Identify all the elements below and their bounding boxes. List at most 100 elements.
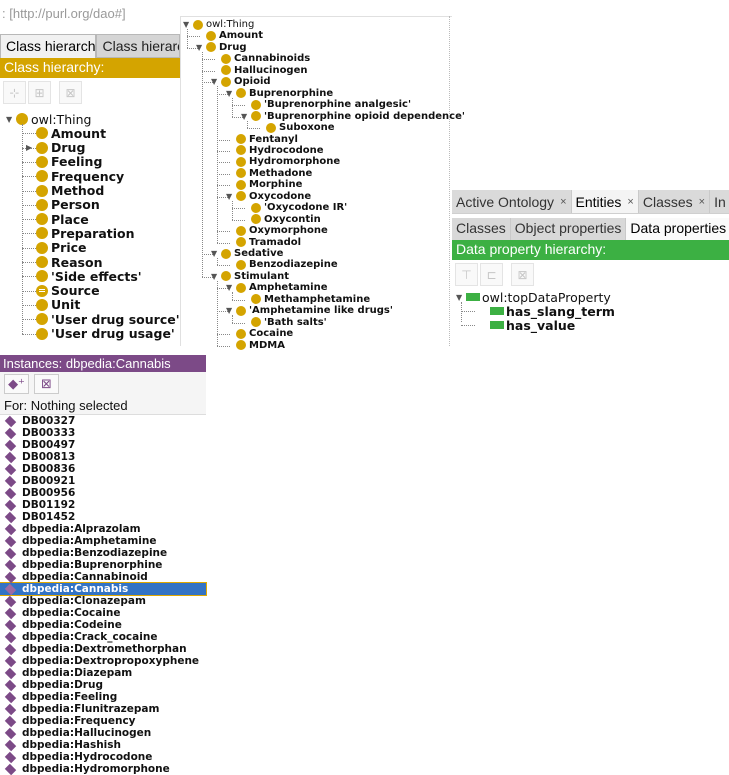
tree-node[interactable]: ▼ Opioid <box>211 76 271 87</box>
list-item[interactable]: dbpedia:Hashish <box>0 739 206 751</box>
tree-node[interactable]: Methadone <box>236 168 312 179</box>
tree-node[interactable]: 'User drug source' <box>36 312 180 327</box>
tab-in[interactable]: In <box>710 190 729 213</box>
tree-node[interactable]: ▼ Amphetamine <box>226 282 328 293</box>
list-item[interactable]: dbpedia:Crack_cocaine <box>0 631 206 643</box>
tree-node[interactable]: Amount <box>36 126 106 141</box>
tree-node[interactable]: ▼ 'Buprenorphine opioid dependence' <box>241 111 465 122</box>
list-item[interactable]: dbpedia:Cannabinoid <box>0 571 206 583</box>
tree-node[interactable]: ▼ Oxycodone <box>226 191 311 202</box>
expand-toggle-icon[interactable]: ▼ <box>211 249 219 258</box>
tab-class-hierarchy[interactable]: Class hierarchy <box>0 34 97 58</box>
list-item[interactable]: dbpedia:Frequency <box>0 715 206 727</box>
list-item[interactable]: dbpedia:Diazepam <box>0 667 206 679</box>
add-subclass-button[interactable]: ⊹ <box>3 81 26 104</box>
expand-toggle-icon[interactable]: ▼ <box>183 20 191 29</box>
list-item[interactable]: dbpedia:Hydrocodone <box>0 751 206 763</box>
subtab-object-properties[interactable]: Object properties <box>510 218 627 240</box>
tab-class-hierarchy-inferred[interactable]: Class hierarc <box>96 34 180 58</box>
tree-node[interactable]: Price <box>36 240 87 255</box>
tree-node[interactable]: 'Bath salts' <box>251 317 327 328</box>
delete-individual-button[interactable]: ⊠ <box>34 374 59 394</box>
tree-node[interactable]: Method <box>36 183 104 198</box>
tree-node[interactable]: 'Side effects' <box>36 269 142 284</box>
tree-node[interactable]: Oxycontin <box>251 214 321 225</box>
expand-toggle-icon[interactable]: ▼ <box>211 77 219 86</box>
list-item[interactable]: DB00836 <box>0 463 206 475</box>
tree-node-root[interactable]: ▼ owl:topDataProperty <box>456 290 611 305</box>
delete-property-button[interactable]: ⊠ <box>511 263 534 286</box>
add-sibling-class-button[interactable]: ⊞ <box>28 81 51 104</box>
tree-node[interactable]: Amount <box>206 30 263 41</box>
list-item[interactable]: dbpedia:Alprazolam <box>0 523 206 535</box>
subtab-classes[interactable]: Classes <box>452 218 511 240</box>
tree-node[interactable]: 'Oxycodone IR' <box>251 202 347 213</box>
tree-node[interactable]: ▶ Drug <box>26 140 85 155</box>
list-item[interactable]: DB00813 <box>0 451 206 463</box>
list-item[interactable]: dbpedia:Amphetamine <box>0 535 206 547</box>
tree-node[interactable]: Place <box>36 212 89 227</box>
list-item[interactable]: DB00327 <box>0 415 206 427</box>
tree-node[interactable]: Cocaine <box>236 328 293 339</box>
list-item[interactable]: dbpedia:Flunitrazepam <box>0 703 206 715</box>
list-item[interactable]: dbpedia:Buprenorphine <box>0 559 206 571</box>
list-item[interactable]: dbpedia:Hallucinogen <box>0 727 206 739</box>
expand-toggle-icon[interactable]: ▼ <box>196 43 204 52</box>
tab-classes[interactable]: Classes × <box>638 190 711 213</box>
tab-active-ontology[interactable]: Active Ontology × <box>452 190 572 213</box>
list-item[interactable]: dbpedia:Clonazepam <box>0 595 206 607</box>
list-item[interactable]: dbpedia:Cannabis <box>0 582 207 596</box>
subtab-data-properties[interactable]: Data properties <box>626 218 729 240</box>
close-tab-icon[interactable]: × <box>560 196 566 208</box>
list-item[interactable]: dbpedia:Benzodiazepine <box>0 547 206 559</box>
list-item[interactable]: DB00333 <box>0 427 206 439</box>
tree-node[interactable]: ▼ 'Amphetamine like drugs' <box>226 305 393 316</box>
collapsed-toggle-icon[interactable]: ▶ <box>26 143 34 152</box>
tree-node[interactable]: Cannabinoids <box>221 53 310 64</box>
expand-toggle-icon[interactable]: ▼ <box>211 272 219 281</box>
expand-toggle-icon[interactable]: ▼ <box>226 89 234 98</box>
tree-node[interactable]: has_slang_term <box>490 304 615 319</box>
tree-node[interactable]: 'User drug usage' <box>36 326 175 341</box>
tree-node[interactable]: Hallucinogen <box>221 65 308 76</box>
list-item[interactable]: DB01192 <box>0 499 206 511</box>
expand-toggle-icon[interactable]: ▼ <box>226 192 234 201</box>
tree-node-root[interactable]: ▼ owl:Thing <box>183 19 254 30</box>
tree-node[interactable]: Person <box>36 197 100 212</box>
list-item[interactable]: dbpedia:Drug <box>0 679 206 691</box>
tree-node[interactable]: ▼ Buprenorphine <box>226 88 333 99</box>
tree-node[interactable]: Frequency <box>36 169 124 184</box>
tree-node[interactable]: Methamphetamine <box>251 294 370 305</box>
list-item[interactable]: DB00921 <box>0 475 206 487</box>
tree-node[interactable]: Benzodiazepine <box>236 259 338 270</box>
list-item[interactable]: DB00497 <box>0 439 206 451</box>
tree-node-root[interactable]: ▼ owl:Thing <box>6 112 91 127</box>
list-item[interactable]: dbpedia:Codeine <box>0 619 206 631</box>
tree-node[interactable]: Tramadol <box>236 237 301 248</box>
add-sibling-property-button[interactable]: ⊏ <box>480 263 503 286</box>
tree-node[interactable]: Morphine <box>236 179 302 190</box>
tree-node[interactable]: Fentanyl <box>236 134 298 145</box>
tree-node[interactable]: ▼ Sedative <box>211 248 283 259</box>
tree-node[interactable]: Hydrocodone <box>236 145 324 156</box>
list-item[interactable]: dbpedia:Cocaine <box>0 607 206 619</box>
list-item[interactable]: dbpedia:Feeling <box>0 691 206 703</box>
tree-node[interactable]: Reason <box>36 255 102 270</box>
expand-toggle-icon[interactable]: ▼ <box>226 283 234 292</box>
tree-node[interactable]: Feeling <box>36 154 102 169</box>
tree-node[interactable]: ▼ Drug <box>196 42 247 53</box>
expand-toggle-icon[interactable]: ▼ <box>456 293 464 302</box>
tree-node[interactable]: Unit <box>36 297 80 312</box>
tree-node[interactable]: MDMA <box>236 340 285 351</box>
add-sub-property-button[interactable]: ⊤ <box>455 263 478 286</box>
delete-class-button[interactable]: ⊠ <box>59 81 82 104</box>
close-tab-icon[interactable]: × <box>627 196 633 208</box>
tree-node[interactable]: Source <box>36 283 100 298</box>
tab-entities[interactable]: Entities × <box>571 190 639 213</box>
tree-node[interactable]: 'Buprenorphine analgesic' <box>251 99 411 110</box>
tree-node[interactable]: has_value <box>490 318 575 333</box>
list-item[interactable]: dbpedia:Hydromorphone <box>0 763 206 775</box>
tree-node[interactable]: Suboxone <box>266 122 335 133</box>
expand-toggle-icon[interactable]: ▼ <box>241 112 249 121</box>
expand-toggle-icon[interactable]: ▼ <box>6 115 14 124</box>
